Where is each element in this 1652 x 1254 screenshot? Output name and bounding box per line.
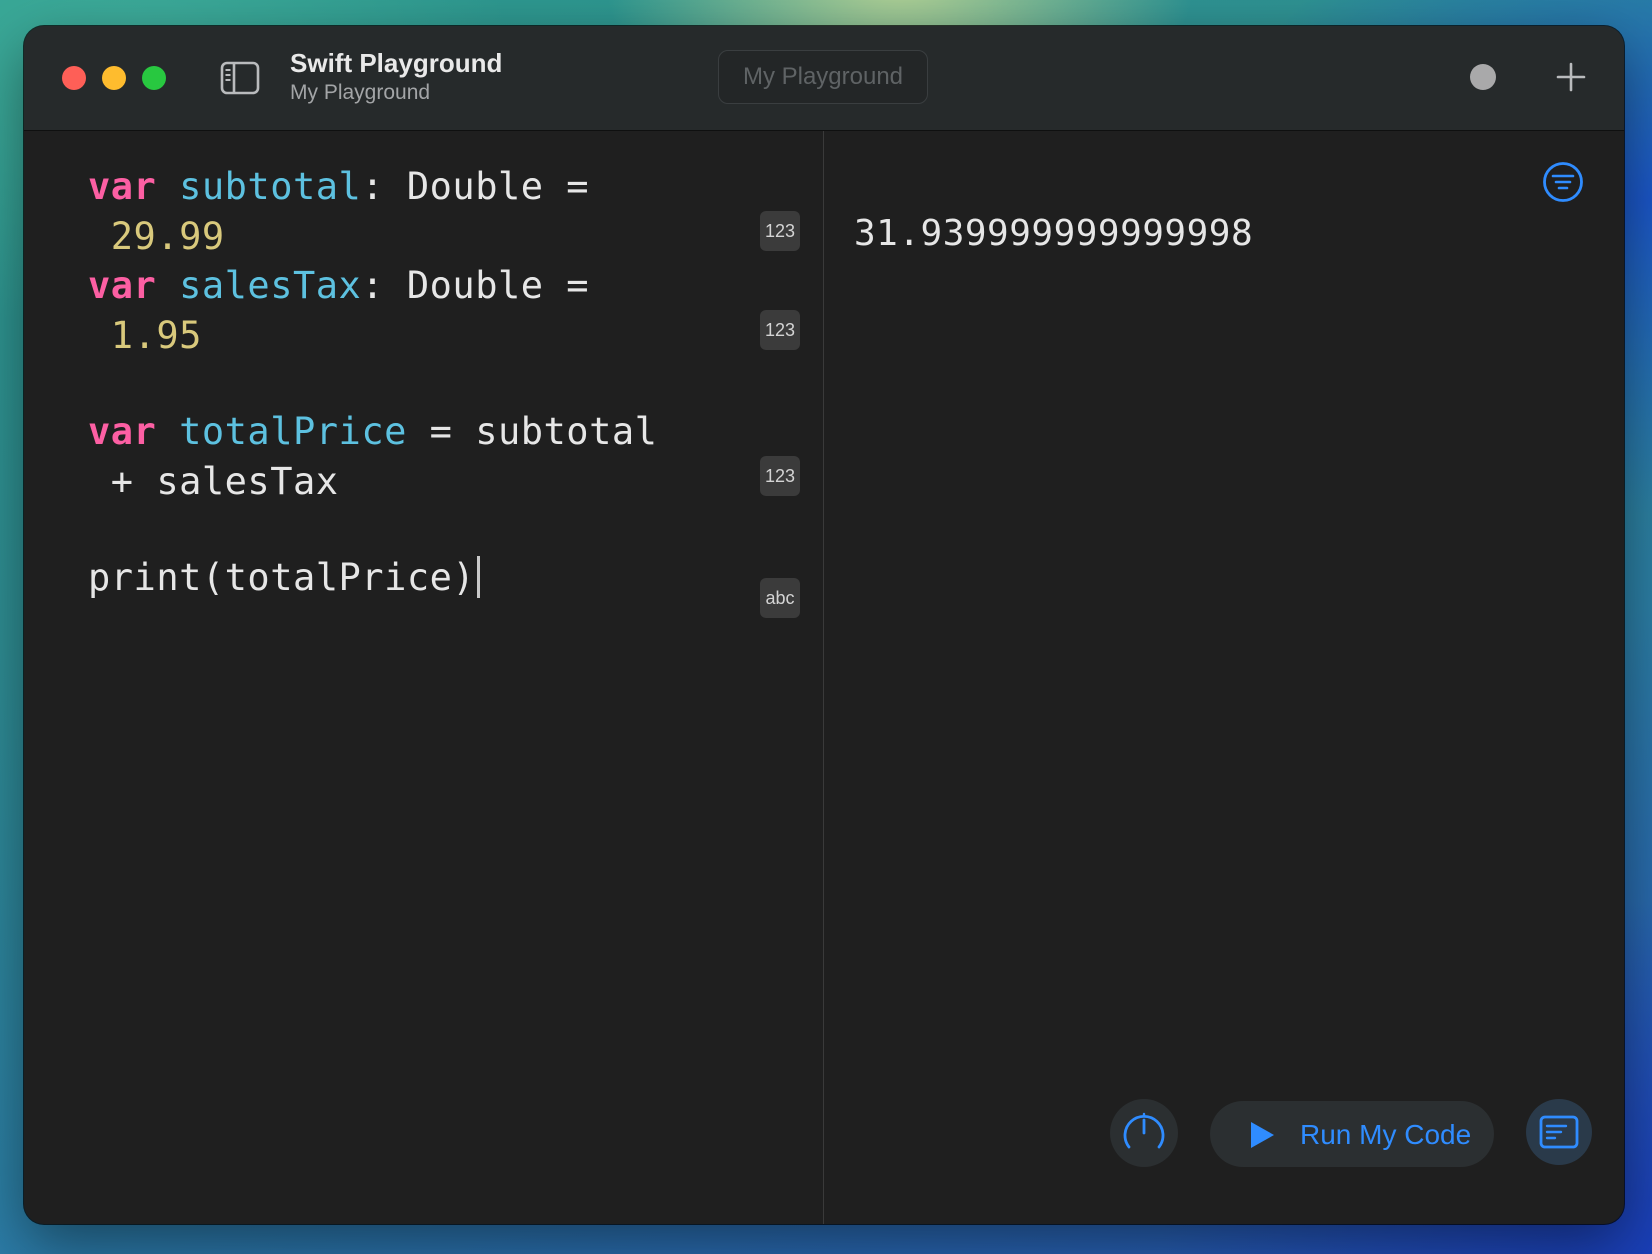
code-line[interactable]: var salesTax: Double = [88,260,589,312]
code-line[interactable]: print(totalPrice) [88,552,481,604]
title-bar: Swift Playground My Playground My Playgr… [24,26,1624,131]
window-title: Swift Playground [290,48,503,78]
result-badge-number[interactable]: 123 [760,310,800,350]
play-icon [1251,1122,1274,1148]
sidebar-toggle-icon[interactable] [220,59,260,97]
run-button-label: Run My Code [1300,1119,1472,1150]
filter-icon[interactable] [1542,161,1584,203]
code-line-continuation[interactable]: + salesTax [88,456,339,508]
playground-window: Swift Playground My Playground My Playgr… [24,26,1624,1224]
result-badge-number[interactable]: 123 [760,456,800,496]
console-pane: 31.939999999999998 Run My Code [824,131,1624,1224]
close-window-button[interactable] [62,66,86,90]
minimize-window-button[interactable] [102,66,126,90]
plus-icon[interactable] [1552,58,1590,96]
result-badge-number[interactable]: 123 [760,211,800,251]
zoom-window-button[interactable] [142,66,166,90]
code-line-continuation[interactable]: 29.99 [88,211,225,263]
status-dot-icon [1470,64,1496,90]
result-badge-string[interactable]: abc [760,578,800,618]
code-editor[interactable]: var subtotal: Double = 29.99 123 var sal… [24,131,823,1224]
speedometer-icon[interactable] [1110,1099,1178,1167]
playground-name-field[interactable]: My Playground [718,50,928,104]
code-line-continuation[interactable]: 1.95 [88,310,202,362]
code-line[interactable]: var subtotal: Double = [88,161,589,213]
console-output: 31.939999999999998 [854,213,1254,254]
console-log-icon[interactable] [1526,1099,1592,1165]
code-line[interactable]: var totalPrice = subtotal [88,406,657,458]
text-cursor [477,556,481,598]
window-subtitle: My Playground [290,81,431,104]
run-my-code-button[interactable]: Run My Code [1210,1101,1494,1167]
